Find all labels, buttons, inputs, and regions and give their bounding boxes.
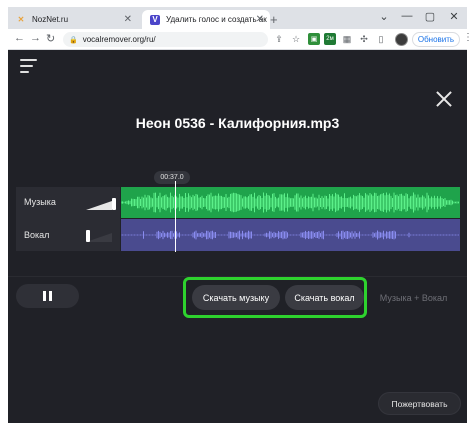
close-icon[interactable] [436,91,452,107]
download-music-button[interactable]: Скачать музыку [192,285,280,310]
music-track-label: Музыка [24,197,56,207]
pause-icon [43,291,46,301]
share-icon[interactable]: ⇪ [273,33,285,45]
music-waveform-graphic [121,192,459,213]
chevron-down-icon[interactable]: ⌄ [373,10,395,23]
volume-thumb[interactable] [86,230,90,242]
browser-tab-noznet[interactable]: ✕ NozNet.ru ✕ [8,10,138,29]
bookmark-star-icon[interactable]: ☆ [290,33,302,45]
close-window-icon[interactable]: ✕ [443,10,465,23]
reload-icon[interactable]: ↻ [46,32,55,45]
music-volume-slider[interactable] [86,198,116,210]
sidebar-icon[interactable]: ▯ [375,33,387,45]
pause-icon [49,291,52,301]
pause-button[interactable] [16,284,79,308]
vocal-waveform[interactable] [121,219,460,251]
lock-icon: 🔒 [69,36,78,44]
grid-icon[interactable]: ▦ [341,33,353,45]
close-tab-icon[interactable]: ✕ [124,14,132,25]
tab-title: Удалить голос и создать ак [166,15,267,24]
close-tab-icon[interactable]: ✕ [256,14,264,25]
browser-toolbar: ← → ↻ 🔒 vocalremover.org/ru/ ⇪ ☆ ▣ 2м ▦ … [8,29,473,50]
hamburger-menu-icon[interactable] [20,59,37,73]
minimize-icon[interactable]: — [396,10,418,22]
music-waveform[interactable] [121,187,460,218]
vocalremover-favicon-icon: V [150,14,160,25]
volume-thumb[interactable] [112,198,116,210]
vocal-track-label: Вокал [24,230,50,240]
noznet-favicon-icon: ✕ [17,15,25,24]
back-icon[interactable]: ← [14,32,25,44]
donate-button[interactable]: Пожертвовать [378,392,461,415]
new-tab-button[interactable]: + [270,12,278,27]
playhead-cursor[interactable] [175,181,177,252]
address-bar[interactable]: 🔒 vocalremover.org/ru/ [63,32,268,47]
url-text: vocalremover.org/ru/ [82,35,156,44]
vocal-remover-app: Неон 0536 - Калифорния.mp3 00:37.0 Музык… [8,50,467,423]
extension-badge-icon[interactable]: 2м [324,33,336,45]
more-menu-icon[interactable]: ⋮ [463,32,473,43]
profile-avatar[interactable] [395,33,408,46]
update-button[interactable]: Обновить [412,32,460,47]
tab-title: NozNet.ru [32,15,69,24]
file-title: Неон 0536 - Калифорния.mp3 [135,115,340,131]
music-plus-vocal-button[interactable]: Музыка + Вокал [376,285,451,310]
browser-tab-bar: ✕ NozNet.ru ✕ V Удалить голос и создать … [8,7,467,29]
download-vocal-button[interactable]: Скачать вокал [285,285,364,310]
volume-ramp [86,201,112,210]
browser-tab-vocalremover[interactable]: V Удалить голос и создать ак ✕ [142,10,270,29]
forward-icon[interactable]: → [30,32,41,44]
maximize-icon[interactable]: ▢ [419,10,441,23]
vocal-waveform-graphic [121,230,459,240]
extension-icon[interactable]: ▣ [308,33,320,45]
extensions-puzzle-icon[interactable]: ✣ [358,33,370,45]
playback-time-badge: 00:37.0 [154,171,190,184]
vocal-volume-slider[interactable] [86,230,116,242]
